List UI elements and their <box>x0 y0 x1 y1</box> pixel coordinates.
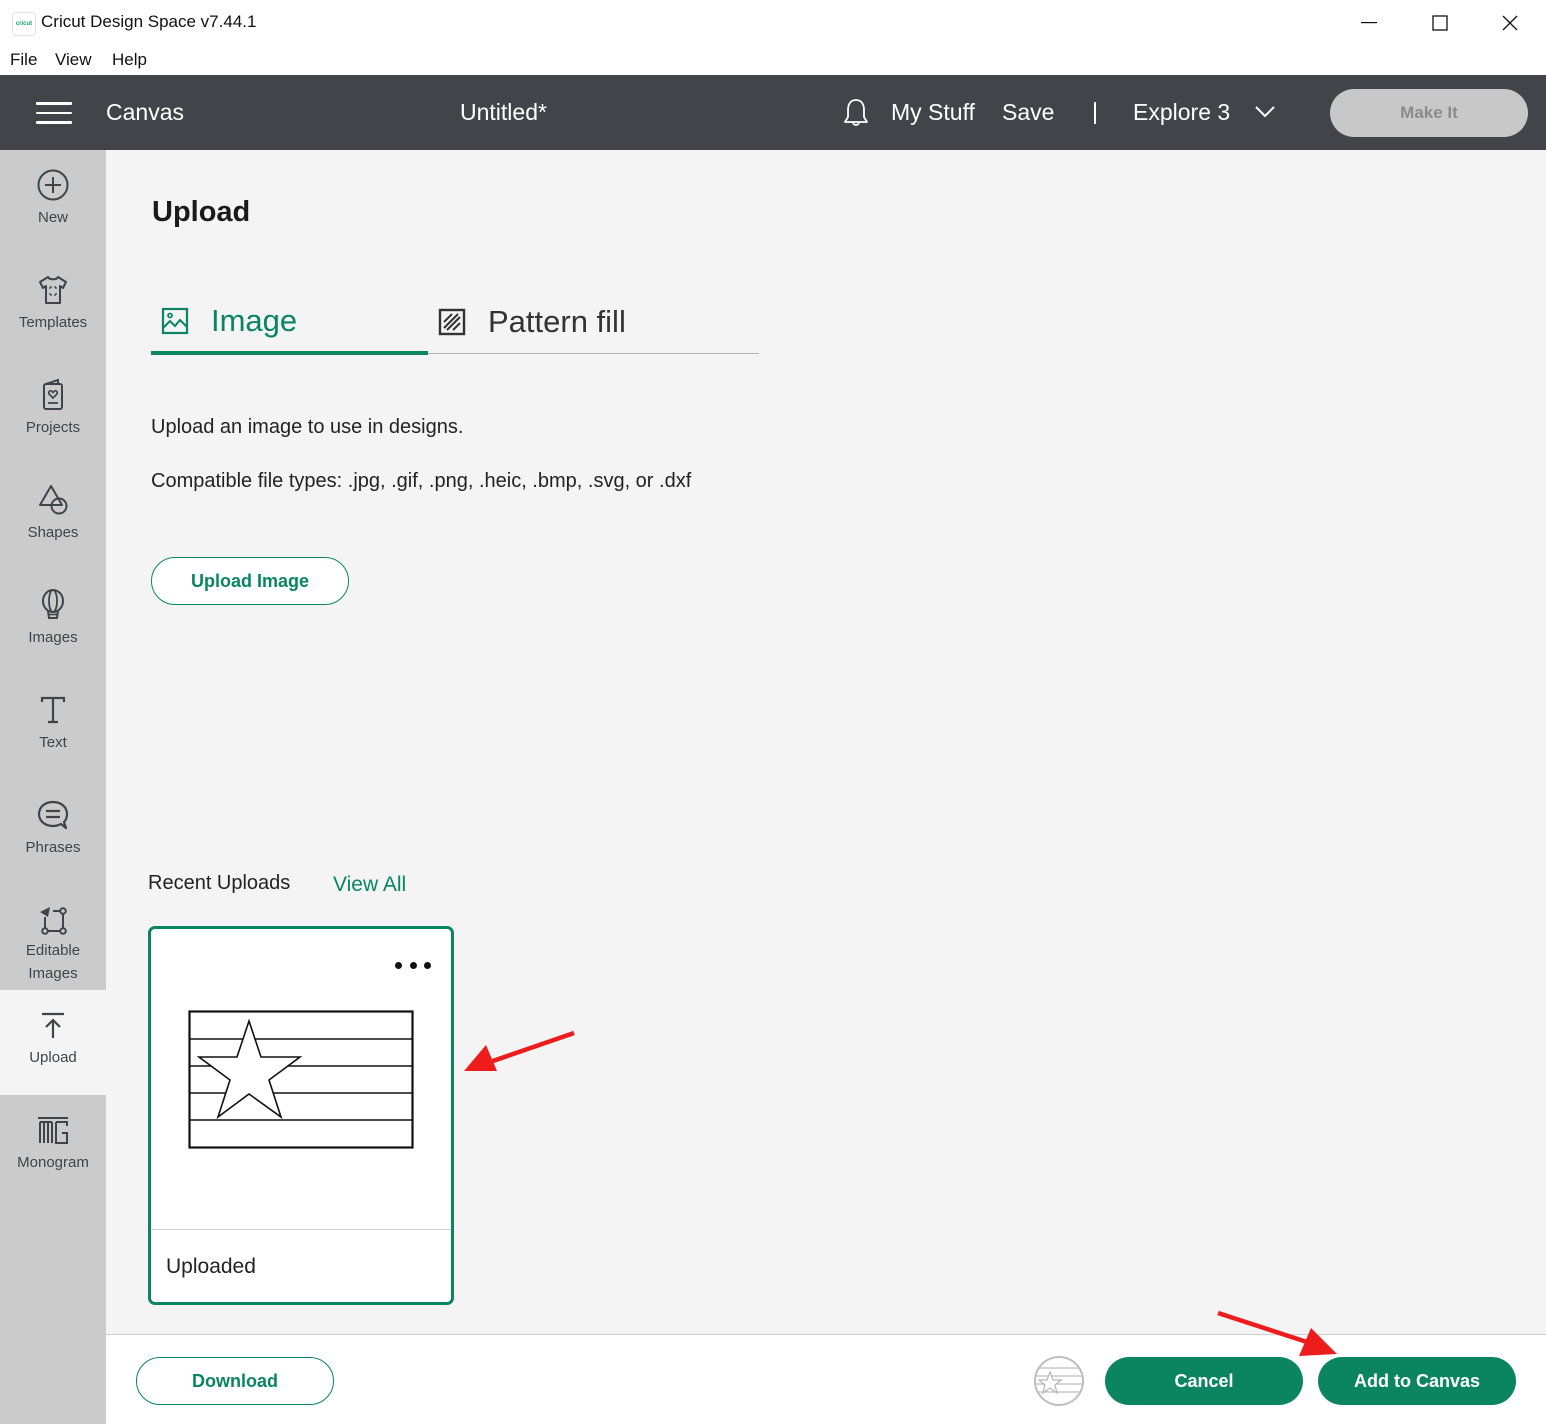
window-title: Cricut Design Space v7.44.1 <box>41 12 257 31</box>
hamburger-menu-icon[interactable] <box>36 102 72 124</box>
sidebar-item-templates[interactable]: Templates <box>0 255 106 360</box>
monogram-icon <box>38 1117 68 1144</box>
menu-file[interactable]: File <box>10 50 37 70</box>
sidebar-item-label: Shapes <box>27 524 79 541</box>
more-options-icon[interactable] <box>395 959 431 971</box>
sidebar-item-monogram[interactable]: Monogram <box>0 1095 106 1200</box>
upload-card[interactable]: Uploaded <box>148 926 454 1305</box>
sidebar-item-text[interactable]: Text <box>0 675 106 780</box>
text-t-icon <box>40 696 66 724</box>
upload-card-label: Uploaded <box>166 1255 256 1278</box>
pattern-fill-icon <box>438 308 466 336</box>
upload-image-button[interactable]: Upload Image <box>151 557 349 605</box>
tab-image[interactable]: Image <box>151 290 428 355</box>
compatible-file-types: Compatible file types: .jpg, .gif, .png,… <box>151 470 692 492</box>
chevron-down-icon[interactable] <box>1254 103 1276 119</box>
save-link[interactable]: Save <box>1002 99 1054 126</box>
recent-uploads-label: Recent Uploads <box>148 872 291 894</box>
upload-tabs: Image Pattern fill <box>151 290 759 355</box>
tshirt-icon <box>39 276 67 304</box>
close-button[interactable] <box>1490 8 1530 38</box>
add-to-canvas-button[interactable]: Add to Canvas <box>1318 1357 1516 1405</box>
make-it-button[interactable]: Make It <box>1330 89 1528 137</box>
sidebar-item-upload[interactable]: Upload <box>0 990 106 1095</box>
cancel-button[interactable]: Cancel <box>1105 1357 1303 1405</box>
menubar: File View Help <box>0 46 1546 75</box>
sidebar-item-label: Phrases <box>25 839 81 856</box>
sidebar-item-new[interactable]: New <box>0 150 106 255</box>
tab-pattern-fill[interactable]: Pattern fill <box>438 290 626 354</box>
sidebar-item-label: Projects <box>25 419 81 436</box>
document-title[interactable]: Untitled* <box>460 99 547 126</box>
flag-preview-icon <box>1036 1367 1082 1395</box>
sidebar-item-images[interactable]: Images <box>0 570 106 675</box>
card-divider <box>151 1229 451 1230</box>
download-button[interactable]: Download <box>136 1357 334 1405</box>
section-title: Canvas <box>106 99 184 125</box>
card-heart-icon <box>43 378 63 410</box>
balloon-icon <box>42 589 64 619</box>
shapes-icon <box>39 485 68 515</box>
sidebar-item-phrases[interactable]: Phrases <box>0 780 106 885</box>
sidebar-item-label: Text <box>39 734 67 751</box>
sidebar-item-projects[interactable]: Projects <box>0 360 106 465</box>
sidebar-item-label: Templates <box>18 314 88 331</box>
minimize-button[interactable] <box>1350 8 1390 38</box>
machine-selector[interactable]: Explore 3 <box>1133 99 1230 126</box>
app-header: Canvas Untitled* My Stuff Save Explore 3… <box>0 75 1546 150</box>
sidebar-item-editable-images[interactable]: Editable Images <box>0 885 106 990</box>
upload-description: Upload an image to use in designs. <box>151 416 464 438</box>
upload-arrow-icon <box>42 1012 64 1038</box>
my-stuff-link[interactable]: My Stuff <box>891 99 975 126</box>
menu-help[interactable]: Help <box>112 50 147 70</box>
tab-label: Image <box>211 302 298 338</box>
maximize-icon <box>1432 15 1448 31</box>
menu-view[interactable]: View <box>55 50 92 70</box>
sidebar: New Templates Projects Shapes Images Tex… <box>0 150 106 1424</box>
panel-footer: Download Cancel Add to Canvas <box>106 1334 1546 1424</box>
tab-label: Pattern fill <box>488 304 626 339</box>
selected-image-preview <box>1034 1356 1084 1406</box>
minimize-icon <box>1361 22 1377 24</box>
view-all-link[interactable]: View All <box>333 873 406 897</box>
sidebar-item-shapes[interactable]: Shapes <box>0 465 106 570</box>
plus-circle-icon <box>37 169 69 201</box>
image-icon <box>161 307 189 334</box>
panel-title: Upload <box>152 196 251 228</box>
maximize-button[interactable] <box>1420 8 1460 38</box>
speech-bubble-icon <box>37 800 69 830</box>
sidebar-item-label: Images <box>28 629 78 646</box>
sidebar-item-label: Upload <box>29 1049 77 1066</box>
flag-thumbnail <box>188 1010 414 1149</box>
close-icon <box>1502 15 1518 31</box>
header-divider <box>1094 102 1096 124</box>
window-titlebar: cricut Cricut Design Space v7.44.1 <box>0 0 1546 46</box>
sidebar-item-label: Editable Images <box>25 942 81 982</box>
cricut-logo-icon: cricut <box>12 12 36 36</box>
upload-panel: Upload Image Pattern fill Upload an imag… <box>106 150 1546 1334</box>
editable-image-icon <box>40 907 67 935</box>
sidebar-item-label: New <box>37 209 68 226</box>
sidebar-item-label: Monogram <box>17 1154 89 1171</box>
bell-icon[interactable] <box>842 97 870 129</box>
